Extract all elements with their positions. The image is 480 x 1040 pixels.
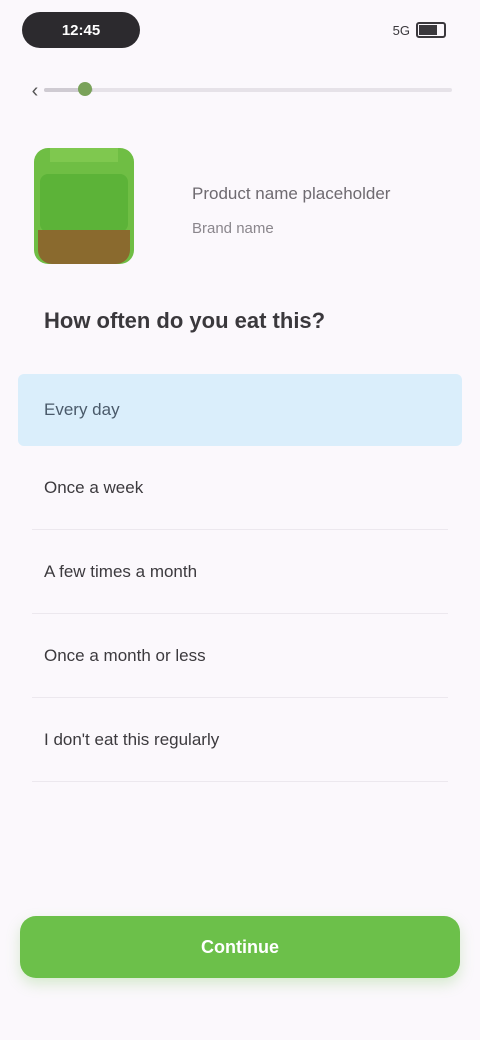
- continue-button[interactable]: Continue: [20, 916, 460, 978]
- progress-bar: [44, 88, 452, 92]
- option-label: A few times a month: [44, 561, 198, 581]
- option-item[interactable]: Every day: [18, 374, 462, 446]
- product-subtitle: Brand name: [192, 220, 274, 237]
- option-item[interactable]: Once a week: [32, 446, 448, 530]
- battery-icon: [416, 22, 446, 38]
- arrow-left-icon: ‹: [31, 79, 39, 102]
- option-label: I don't eat this regularly: [44, 729, 220, 749]
- option-item[interactable]: A few times a month: [32, 530, 448, 614]
- option-label: Once a month or less: [44, 645, 206, 665]
- question-title: How often do you eat this?: [44, 308, 326, 333]
- product-name: Product name placeholder: [192, 184, 391, 203]
- jar-contents: [38, 230, 130, 264]
- option-label: Every day: [44, 400, 120, 419]
- progress-indicator-dot: [78, 82, 92, 96]
- option-list: Every day Once a week A few times a mont…: [0, 374, 480, 782]
- product-jar-image: [34, 148, 134, 264]
- status-bar: 12:45 5G: [0, 0, 480, 64]
- option-label: Once a week: [44, 477, 144, 497]
- jar-lid: [50, 148, 118, 162]
- option-item[interactable]: Once a month or less: [32, 614, 448, 698]
- status-indicators: 5G: [393, 20, 446, 40]
- jar-label: [40, 174, 128, 232]
- option-item[interactable]: I don't eat this regularly: [32, 698, 448, 782]
- signal-indicator: 5G: [392, 22, 410, 38]
- status-time: 12:45: [22, 12, 140, 48]
